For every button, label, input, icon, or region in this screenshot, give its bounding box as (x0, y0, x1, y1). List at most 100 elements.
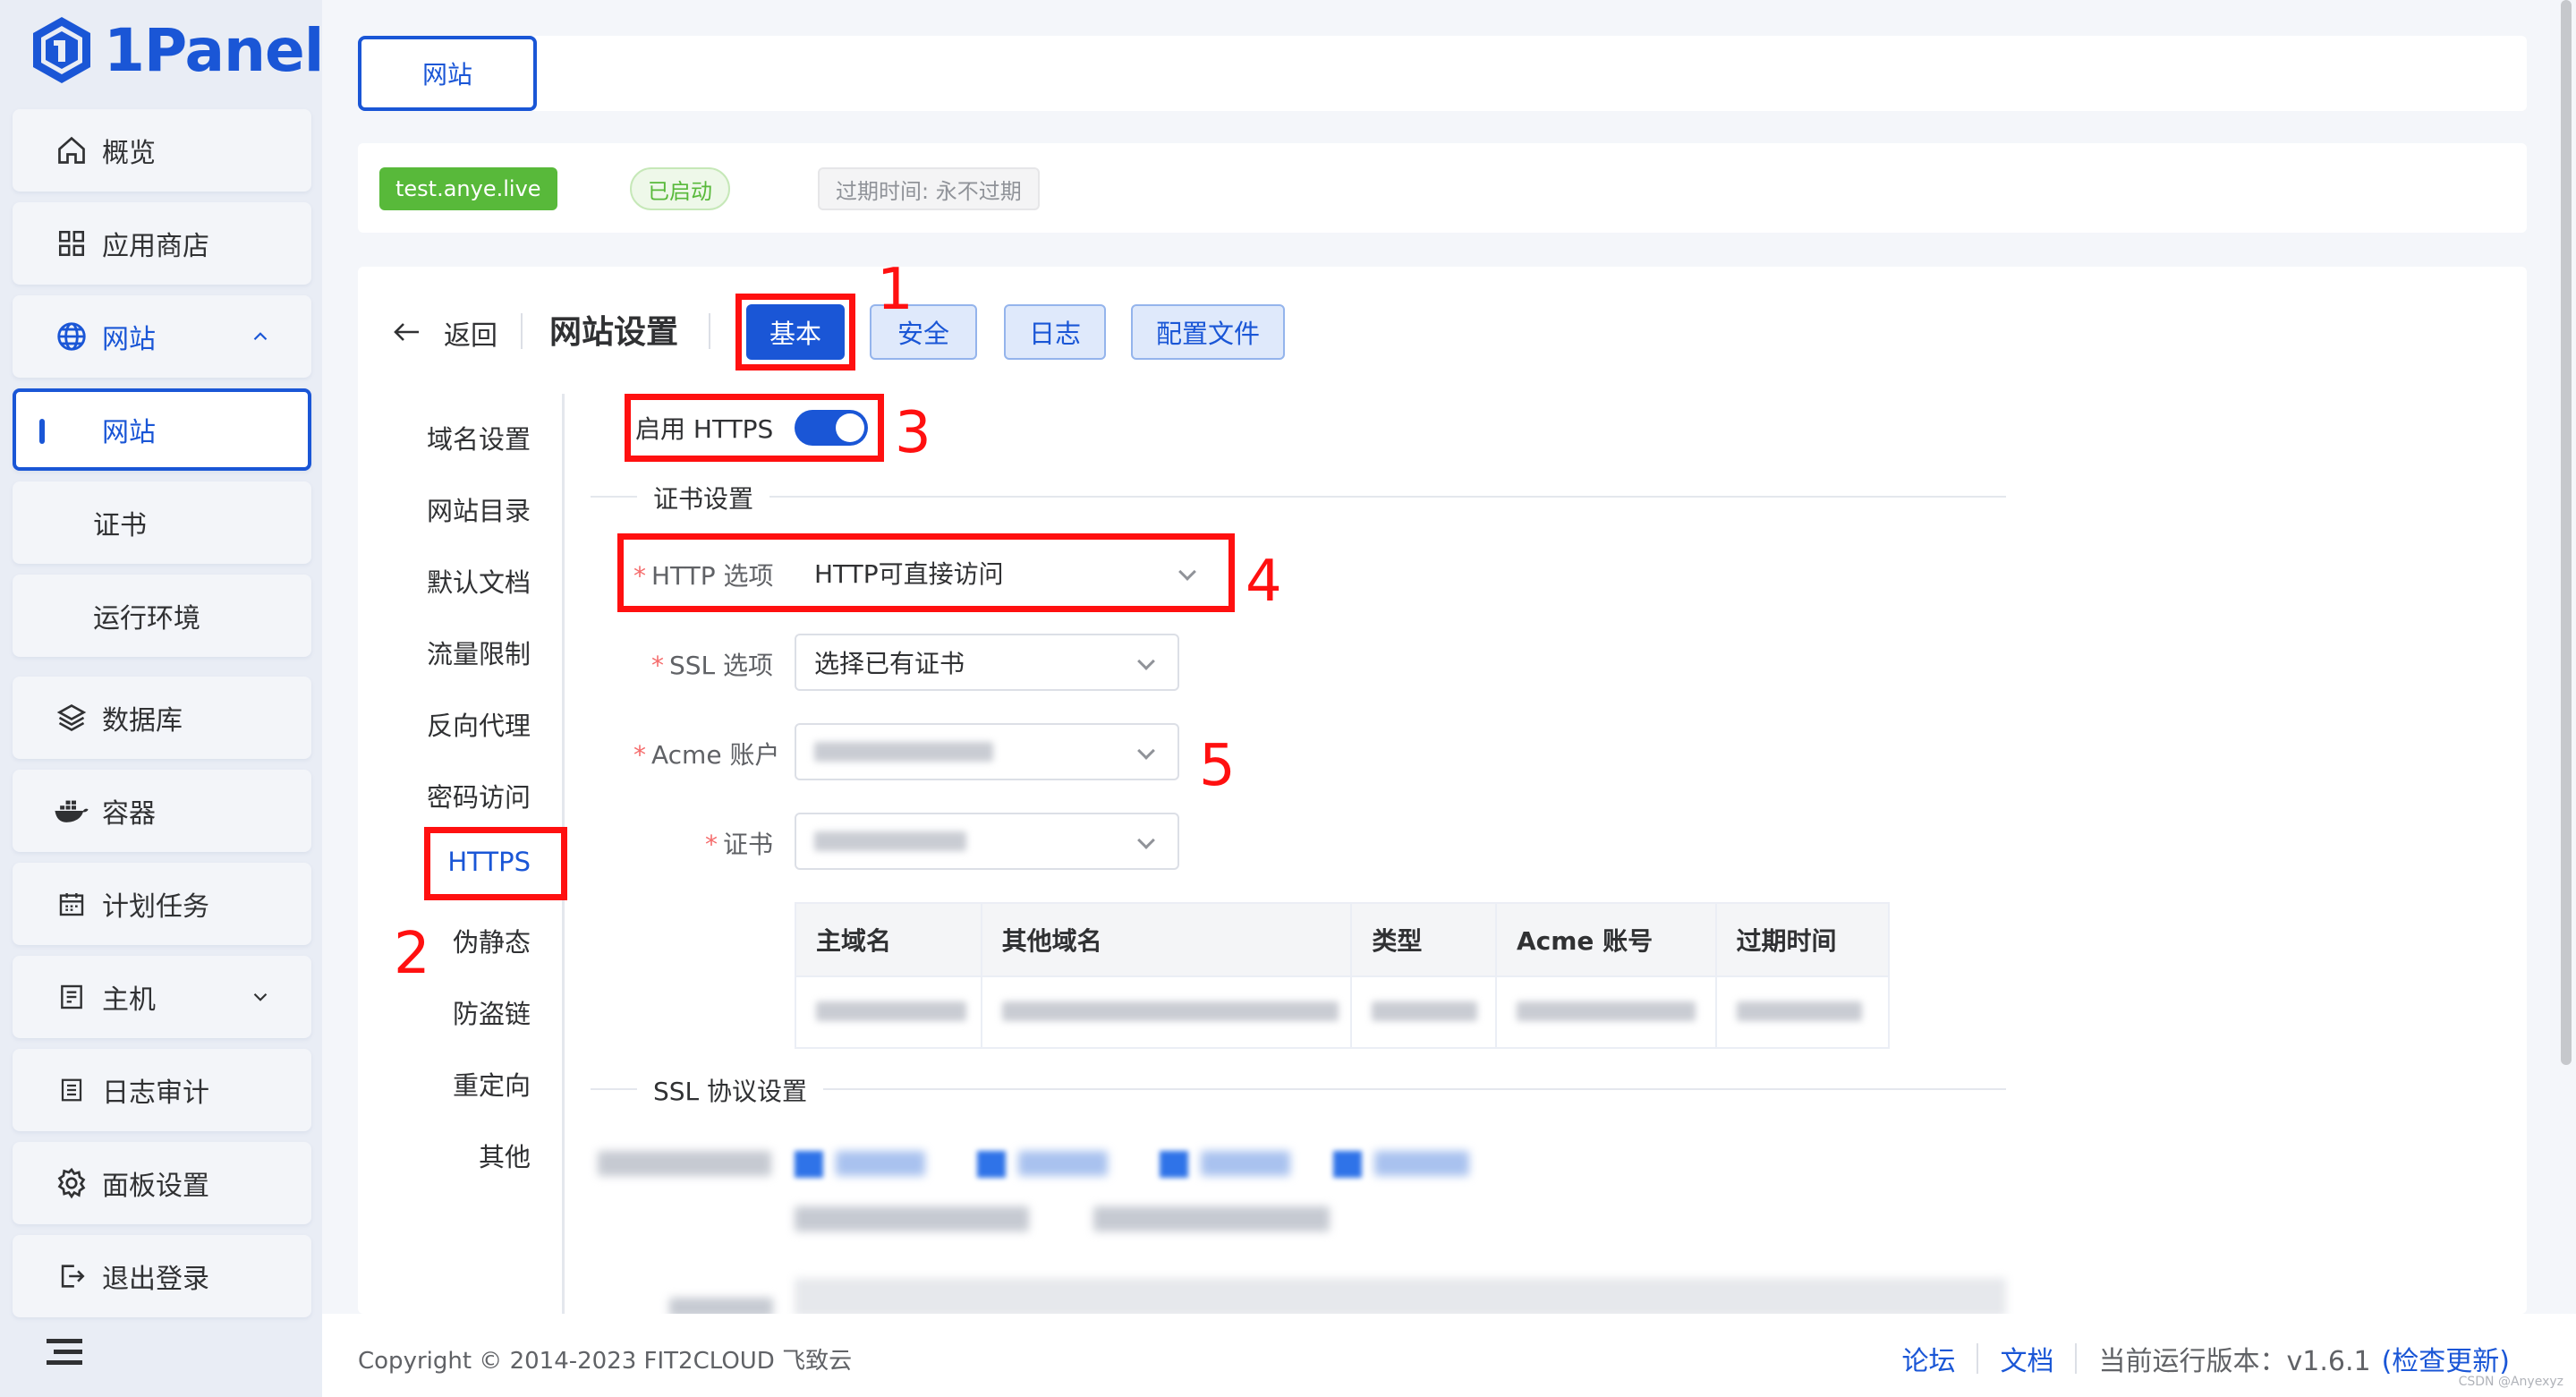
sidebar-item-label: 网站 (102, 324, 156, 355)
annotation-box-http-option (617, 533, 1235, 612)
log-icon (54, 1072, 89, 1108)
menu-item-domain[interactable]: 域名设置 (427, 419, 531, 456)
protocol-checkbox[interactable] (1160, 1151, 1188, 1178)
app-logo[interactable]: 1Panel (30, 14, 324, 86)
annotation-number: 2 (394, 921, 430, 987)
table-cell (980, 975, 1353, 1049)
tab-website[interactable]: 网站 (358, 36, 537, 111)
footer-links: 论坛 文档 当前运行版本：v1.6.1 (检查更新) (1901, 1339, 2510, 1378)
docker-icon (54, 793, 89, 829)
sidebar-item-label: 证书 (93, 510, 147, 541)
chevron-down-icon (1137, 831, 1155, 849)
tab-bar (358, 36, 2527, 111)
blurred-protocol-option (1201, 1151, 1290, 1176)
sidebar-item-label: 容器 (102, 798, 156, 830)
protocol-checkbox[interactable] (977, 1151, 1006, 1178)
acme-account-label-text: Acme 账户 (651, 740, 780, 770)
menu-item-hotlink[interactable]: 防盗链 (453, 993, 531, 1031)
col-other-domains: 其他域名 (980, 902, 1353, 977)
sidebar-item-panel-settings[interactable]: 面板设置 (13, 1142, 311, 1224)
annotation-box-basic (735, 294, 855, 371)
sidebar-item-label: 应用商店 (102, 231, 209, 262)
sidebar-item-logout[interactable]: 退出登录 (13, 1235, 311, 1317)
ssl-option-select[interactable]: 选择已有证书 (795, 634, 1179, 691)
config-file-tab-button[interactable]: 配置文件 (1131, 304, 1285, 360)
copyright-text: Copyright © 2014-2023 FIT2CLOUD 飞致云 (358, 1348, 853, 1375)
chevron-down-icon (1137, 742, 1155, 760)
blurred-protocol-option (795, 1206, 1029, 1231)
sidebar-item-runtime[interactable]: 运行环境 (13, 575, 311, 657)
back-button[interactable]: 返回 (394, 313, 497, 353)
menu-item-password-access[interactable]: 密码访问 (427, 777, 531, 814)
sidebar-item-website[interactable]: 网站 (13, 388, 311, 471)
col-expire-time: 过期时间 (1714, 902, 1891, 977)
sidebar-item-certificate[interactable]: 证书 (13, 481, 311, 564)
menu-item-reverse-proxy[interactable]: 反向代理 (427, 705, 531, 743)
footer-divider (1977, 1343, 1979, 1374)
menu-item-site-dir[interactable]: 网站目录 (427, 490, 531, 528)
sidebar-item-label: 网站 (102, 417, 156, 448)
acme-account-select[interactable] (795, 723, 1179, 780)
table-cell (1714, 975, 1891, 1049)
annotation-box-https-toggle (625, 394, 884, 462)
back-label: 返回 (444, 320, 497, 352)
version-text: 当前运行版本：v1.6.1 (2098, 1346, 2371, 1377)
forum-link[interactable]: 论坛 (1901, 1339, 1955, 1378)
ssl-option-label: * SSL 选项 (651, 651, 774, 680)
domain-tag: test.anye.live (379, 167, 557, 210)
menu-collapse-icon[interactable] (47, 1337, 82, 1369)
sidebar-item-label: 日志审计 (102, 1078, 209, 1109)
home-icon (54, 132, 89, 168)
sidebar-item-label: 计划任务 (102, 891, 209, 923)
watermark-text: CSDN @Anyexyz (2458, 1375, 2563, 1389)
menu-item-other[interactable]: 其他 (479, 1137, 531, 1174)
col-type: 类型 (1350, 902, 1497, 977)
status-badge: 已启动 (630, 167, 730, 210)
docs-link[interactable]: 文档 (2000, 1339, 2053, 1378)
menu-item-rate-limit[interactable]: 流量限制 (427, 634, 531, 671)
sidebar-item-audit-log[interactable]: 日志审计 (13, 1049, 311, 1131)
layers-icon (54, 700, 89, 736)
certificate-select[interactable] (795, 813, 1179, 870)
sidebar-item-host[interactable]: 主机 (13, 956, 311, 1038)
sidebar-item-app-store[interactable]: 应用商店 (13, 202, 311, 285)
annotation-number: 4 (1245, 549, 1282, 615)
grid-icon (54, 226, 89, 261)
blurred-protocol-label (598, 1151, 771, 1176)
annotation-box-https (424, 827, 567, 900)
sidebar-item-database[interactable]: 数据库 (13, 677, 311, 759)
menu-item-rewrite[interactable]: 伪静态 (453, 922, 531, 959)
menu-item-default-doc[interactable]: 默认文档 (427, 562, 531, 600)
page-title: 网站设置 (549, 314, 679, 351)
sidebar-item-container[interactable]: 容器 (13, 770, 311, 852)
protocol-checkbox[interactable] (1333, 1151, 1362, 1178)
annotation-number: 1 (877, 257, 914, 323)
table-cell (795, 975, 982, 1049)
sidebar-item-label: 概览 (102, 138, 156, 169)
menu-item-redirect[interactable]: 重定向 (453, 1065, 531, 1103)
footer-divider (2075, 1343, 2078, 1374)
cert-table: 主域名 其他域名 类型 Acme 账号 过期时间 (795, 902, 1891, 1049)
blurred-protocol-option (1374, 1151, 1469, 1176)
logout-icon (54, 1258, 89, 1294)
sidebar-item-website-group[interactable]: 网站 (13, 295, 311, 378)
ssl-option-value: 选择已有证书 (814, 649, 965, 678)
certificate-label-text: 证书 (723, 830, 774, 859)
check-update-link[interactable]: (检查更新) (2382, 1339, 2510, 1378)
table-cell (1350, 975, 1497, 1049)
log-tab-button[interactable]: 日志 (1004, 304, 1106, 360)
sidebar-item-cron[interactable]: 计划任务 (13, 863, 311, 945)
expire-tag: 过期时间: 永不过期 (818, 167, 1040, 210)
table-row[interactable] (795, 975, 1891, 1049)
logo-hexagon-icon (33, 17, 90, 83)
col-primary-domain: 主域名 (795, 902, 982, 977)
chevron-up-icon (249, 324, 272, 355)
protocol-checkbox[interactable] (795, 1151, 823, 1178)
annotation-number: 5 (1199, 733, 1236, 799)
table-cell (1494, 975, 1717, 1049)
globe-icon (54, 319, 89, 354)
sidebar-item-overview[interactable]: 概览 (13, 109, 311, 192)
page-scrollbar[interactable] (2561, 0, 2572, 1065)
acme-account-label: * Acme 账户 (633, 740, 780, 770)
title-divider (709, 313, 710, 349)
